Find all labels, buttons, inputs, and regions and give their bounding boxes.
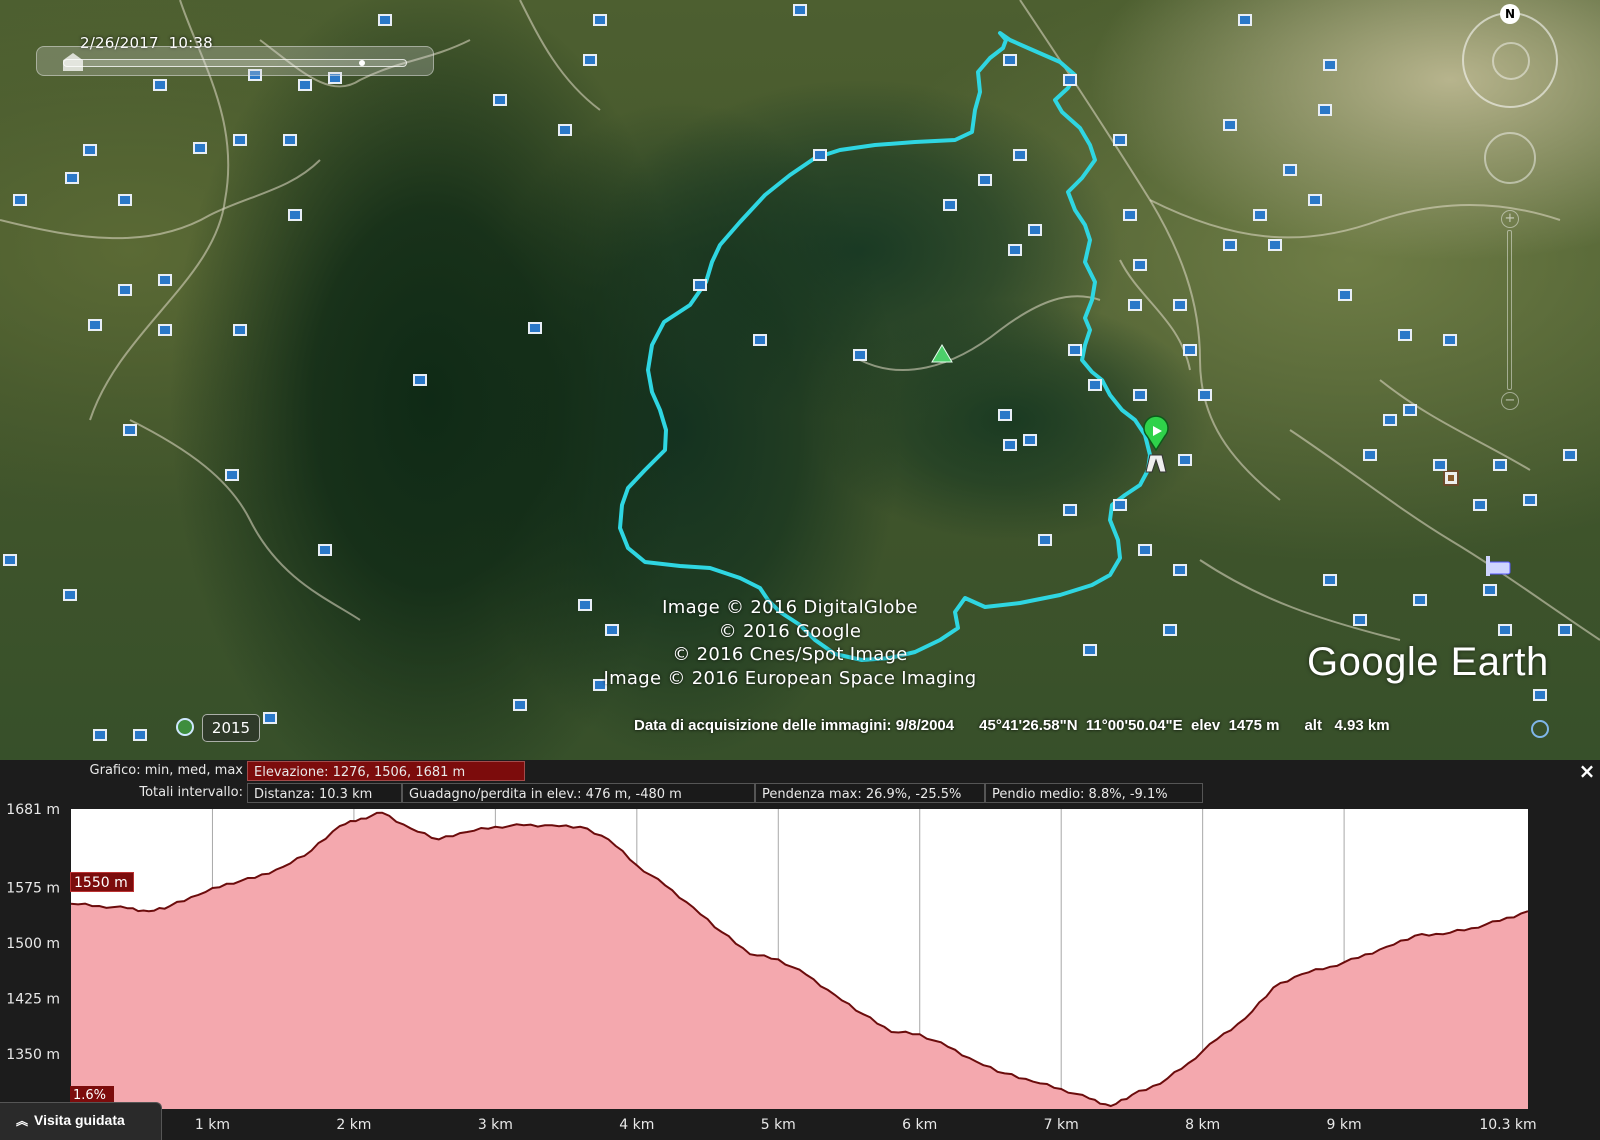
x-tick-label: 2 km <box>336 1117 371 1133</box>
elevation-chart[interactable]: 1681 m1575 m1500 m1425 m1350 m1276 m1 km… <box>0 0 1600 1140</box>
x-tick-label: 3 km <box>478 1117 513 1133</box>
y-tick-label: 1681 m <box>6 802 60 818</box>
x-tick-label: 9 km <box>1327 1117 1362 1133</box>
y-tick-label: 1350 m <box>6 1047 60 1063</box>
x-tick-label: 10.3 km <box>1479 1117 1536 1133</box>
guided-tour-label: Visita guidata <box>34 1112 125 1128</box>
x-tick-label: 8 km <box>1185 1117 1220 1133</box>
y-tick-label: 1500 m <box>6 936 60 952</box>
chevron-up-icon: ︽ <box>16 1114 29 1128</box>
y-tick-label: 1425 m <box>6 992 60 1008</box>
x-tick-label: 6 km <box>902 1117 937 1133</box>
x-tick-label: 1 km <box>195 1117 230 1133</box>
guided-tour-button[interactable]: ︽ Visita guidata <box>0 1102 162 1140</box>
y-tick-label: 1575 m <box>6 881 60 897</box>
x-tick-label: 4 km <box>619 1117 654 1133</box>
current-elevation-marker: 1550 m <box>70 872 134 892</box>
x-tick-label: 5 km <box>761 1117 796 1133</box>
google-earth-window: 2/26/2017 10:38 N + − Image © 2016 Digit… <box>0 0 1600 1140</box>
x-tick-label: 7 km <box>1044 1117 1079 1133</box>
